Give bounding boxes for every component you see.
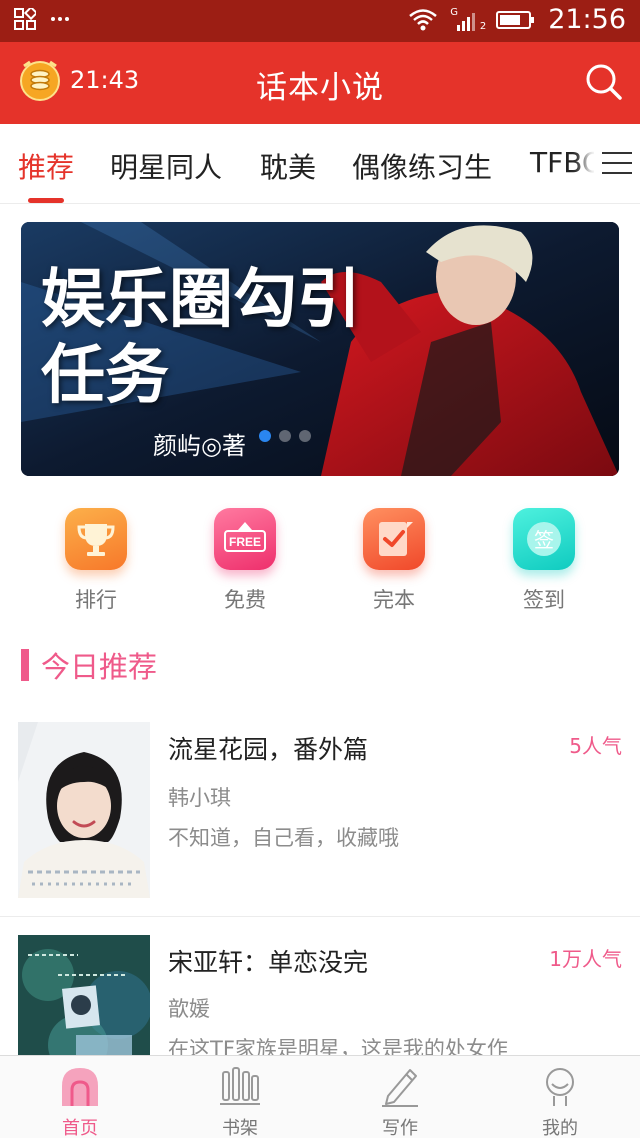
wifi-icon <box>409 8 437 30</box>
book-description: 不知道，自己看，收藏哦 <box>168 826 399 850</box>
banner-artwork-author: 颜屿◎著 <box>153 432 246 460</box>
carousel-dot[interactable] <box>299 430 311 442</box>
quick-finished[interactable]: 完本 <box>349 508 439 614</box>
tab-star-fanfic[interactable]: 明星同人 <box>110 146 222 186</box>
quick-sign-in[interactable]: 签 签到 <box>499 508 589 614</box>
home-icon <box>58 1064 102 1108</box>
nav-write-label: 写作 <box>382 1118 418 1138</box>
banner-artwork-title: 娱乐圈勾引任务 <box>41 262 361 413</box>
quick-ranking[interactable]: 排行 <box>51 508 141 614</box>
trophy-icon <box>65 508 127 570</box>
free-tag-icon: FREE <box>214 508 276 570</box>
nav-home[interactable]: 首页 <box>0 1056 160 1138</box>
signal-icon <box>457 12 476 31</box>
quick-finished-label: 完本 <box>373 588 415 612</box>
book-item[interactable]: 流星花园，番外篇 5人气 韩小琪 不知道，自己看，收藏哦 <box>0 722 640 916</box>
quick-free-label: 免费 <box>224 588 266 612</box>
tab-idol-trainee[interactable]: 偶像练习生 <box>352 146 492 186</box>
category-tabs: 推荐 明星同人 耽美 偶像练习生 TFBOYS <box>0 124 640 204</box>
book-author: 歆媛 <box>168 997 210 1021</box>
carousel-dots <box>259 430 311 442</box>
signal-sub: 2 <box>479 20 487 32</box>
app-header: 21:43 话本小说 <box>0 42 640 124</box>
book-author: 韩小琪 <box>168 786 231 810</box>
search-icon <box>586 64 622 100</box>
status-bar: G 2 21:56 <box>0 0 640 42</box>
nav-home-label: 首页 <box>62 1118 98 1138</box>
section-today-recommend: 今日推荐 <box>21 645 157 685</box>
nav-profile-label: 我的 <box>542 1118 578 1138</box>
quick-sign-in-label: 签到 <box>523 588 565 612</box>
carousel-dot[interactable] <box>259 430 271 442</box>
status-right: G 2 21:56 <box>408 4 626 35</box>
sign-in-icon: 签 <box>513 508 575 570</box>
nav-profile[interactable]: 我的 <box>480 1056 640 1138</box>
hamburger-menu-icon[interactable] <box>594 124 640 203</box>
quick-free[interactable]: FREE 免费 <box>200 508 290 614</box>
divider <box>0 916 640 917</box>
battery-icon <box>496 10 535 29</box>
tab-danmei[interactable]: 耽美 <box>260 146 316 186</box>
carousel-dot[interactable] <box>279 430 291 442</box>
section-accent-bar <box>21 649 29 681</box>
svg-text:FREE: FREE <box>229 535 261 549</box>
nav-write[interactable]: 写作 <box>320 1056 480 1138</box>
more-dots-icon <box>51 17 69 21</box>
check-note-icon <box>363 508 425 570</box>
bottom-navigation: 首页 书架 写作 我的 <box>0 1055 640 1138</box>
book-title: 流星花园，番外篇 <box>168 735 369 764</box>
active-tab-indicator <box>28 198 64 203</box>
status-time: 21:56 <box>548 4 626 35</box>
book-item[interactable]: 宋亚轩：单恋没完 1万人气 歆媛 在这TF家族是明星，这是我的处女作 <box>0 935 640 1055</box>
pen-icon <box>378 1064 422 1108</box>
tab-recommend[interactable]: 推荐 <box>18 146 74 186</box>
banner-carousel[interactable]: 娱乐圈勾引任务 颜屿◎著 <box>21 222 619 476</box>
book-title: 宋亚轩：单恋没完 <box>168 948 369 977</box>
svg-text:签: 签 <box>534 528 554 552</box>
quick-ranking-label: 排行 <box>75 588 117 612</box>
book-cover <box>18 935 150 1055</box>
bookshelf-icon <box>218 1064 262 1108</box>
search-button[interactable] <box>584 62 624 102</box>
page-title: 话本小说 <box>256 70 384 106</box>
nav-bookshelf[interactable]: 书架 <box>160 1056 320 1138</box>
book-description: 在这TF家族是明星，这是我的处女作 <box>168 1037 508 1055</box>
book-cover <box>18 722 150 898</box>
qr-icon <box>14 8 36 30</box>
book-popularity: 1万人气 <box>549 947 622 971</box>
status-left <box>14 8 70 30</box>
nav-bookshelf-label: 书架 <box>222 1118 258 1138</box>
signal-indicator: G 2 <box>450 5 487 35</box>
profile-icon <box>538 1064 582 1108</box>
book-popularity: 5人气 <box>569 734 622 758</box>
section-title: 今日推荐 <box>41 650 158 684</box>
